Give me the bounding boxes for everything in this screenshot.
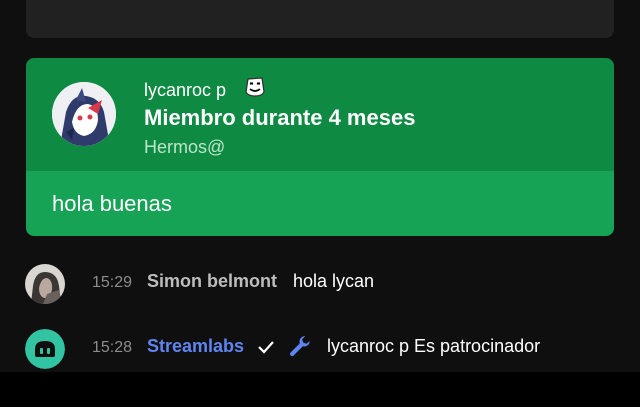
chat-message: 15:28 Streamlabs lycanroc p Es patrocina…: [0, 325, 640, 369]
marshmallow-mask-icon: [243, 75, 267, 99]
message-text: lycanroc p Es patrocinador: [327, 336, 541, 356]
membership-duration: Miembro durante 4 meses: [144, 105, 416, 130]
streamlabs-logo-icon: [25, 329, 65, 369]
checkmark-icon: [256, 337, 276, 362]
membership-message-card: lycanroc p Miembro durante 4 meses Hermo…: [26, 58, 614, 236]
simon-avatar[interactable]: [25, 264, 65, 304]
streamlabs-avatar[interactable]: [25, 329, 65, 369]
previous-message-card: [26, 0, 614, 38]
membership-author-name[interactable]: lycanroc p: [144, 80, 226, 101]
membership-body: hola buenas: [26, 171, 614, 236]
bottom-bar: [0, 372, 640, 407]
wrench-icon: [287, 334, 313, 365]
membership-header: lycanroc p Miembro durante 4 meses Hermo…: [26, 58, 614, 171]
live-chat-panel: lycanroc p Miembro durante 4 meses Hermo…: [0, 0, 640, 372]
membership-message-text: hola buenas: [52, 191, 172, 216]
author-avatar-image: [52, 82, 116, 146]
message-timestamp: 15:29: [92, 274, 133, 291]
message-timestamp: 15:28: [92, 339, 133, 356]
message-text: hola lycan: [293, 271, 375, 291]
message-author[interactable]: Simon belmont: [147, 271, 277, 292]
message-author[interactable]: Streamlabs: [147, 336, 244, 357]
chat-message: 15:29 Simon belmont hola lycan: [0, 260, 640, 304]
author-avatar[interactable]: [52, 82, 116, 146]
membership-level: Hermos@: [144, 137, 226, 157]
simon-avatar-image: [25, 264, 65, 304]
